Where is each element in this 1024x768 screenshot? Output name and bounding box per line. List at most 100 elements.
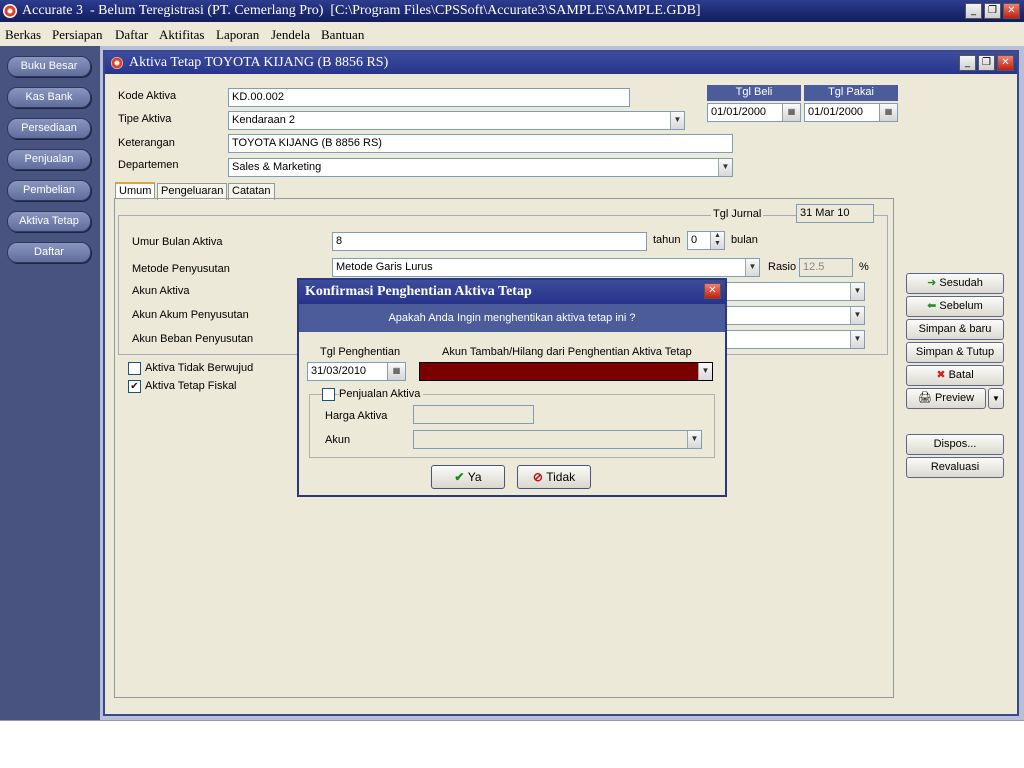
menu-bantuan[interactable]: Bantuan (321, 22, 364, 48)
harga-aktiva-input (413, 405, 534, 424)
dialog-title[interactable]: Konfirmasi Penghentian Aktiva Tetap ✕ (299, 280, 725, 304)
ya-button[interactable]: ✔ Ya (431, 465, 505, 489)
tab-umum[interactable]: Umum (115, 182, 156, 199)
chevron-down-icon: ▼ (992, 394, 1000, 403)
departemen-label: Departemen (118, 159, 179, 171)
tahun-label: tahun (653, 234, 681, 246)
tgl-beli-label: Tgl Beli (707, 85, 801, 101)
sebelum-label: Sebelum (939, 300, 983, 312)
tipe-aktiva-dropdown[interactable]: Kendaraan 2 ▼ (228, 111, 685, 130)
metode-penyusutan-dropdown[interactable]: Metode Garis Lurus ▼ (332, 258, 760, 277)
metode-penyusutan-label: Metode Penyusutan (132, 263, 230, 275)
nav-kas-bank[interactable]: Kas Bank (7, 87, 91, 108)
app-close-button[interactable]: ✕ (1003, 3, 1020, 19)
fixed-asset-title: Aktiva Tetap TOYOTA KIJANG (B 8856 RS) (129, 55, 389, 70)
app-title-bar[interactable]: Accurate 3 - Belum Teregistrasi (PT. Cem… (0, 0, 1024, 22)
chevron-down-icon[interactable]: ▼ (850, 283, 864, 300)
app-restore-button[interactable]: ❐ (984, 3, 1001, 19)
dispos-button[interactable]: Dispos... (906, 434, 1004, 455)
checkmark-icon: ✔ (454, 470, 468, 484)
revaluasi-button[interactable]: Revaluasi (906, 457, 1004, 478)
tidak-button[interactable]: ⊘ Tidak (517, 465, 591, 489)
calendar-icon[interactable]: ▦ (387, 363, 405, 380)
preview-button[interactable]: 🖨 Preview (906, 388, 986, 409)
akun-aktiva-label: Akun Aktiva (132, 285, 190, 297)
dialog-close-button[interactable]: ✕ (704, 283, 721, 299)
menu-persiapan[interactable]: Persiapan (52, 22, 103, 48)
ya-label: Ya (467, 470, 482, 484)
nav-penjualan[interactable]: Penjualan (7, 149, 91, 170)
chevron-down-icon: ▼ (687, 431, 701, 448)
aktiva-tidak-berwujud-label: Aktiva Tidak Berwujud (145, 362, 254, 374)
nav-buku-besar[interactable]: Buku Besar (7, 56, 91, 77)
akun-tambah-hilang-label: Akun Tambah/Hilang dari Penghentian Akti… (442, 346, 692, 358)
calendar-icon[interactable]: ▦ (782, 104, 800, 121)
kode-aktiva-input[interactable]: KD.00.002 (228, 88, 630, 107)
tipe-aktiva-label: Tipe Aktiva (118, 113, 172, 125)
menu-berkas[interactable]: Berkas (5, 22, 41, 48)
tgl-pakai-input[interactable]: 01/01/2000 ▦ (804, 103, 898, 122)
menu-jendela[interactable]: Jendela (271, 22, 310, 48)
window-minimize-button[interactable]: _ (959, 55, 976, 71)
chevron-down-icon[interactable]: ▼ (745, 259, 759, 276)
tgl-penghentian-input[interactable]: 31/03/2010 ▦ (307, 362, 406, 381)
tgl-jurnal-label: Tgl Jurnal (711, 208, 764, 220)
chevron-down-icon[interactable]: ▼ (850, 307, 864, 324)
aktiva-tetap-fiskal-checkbox[interactable]: ✔ (128, 380, 141, 393)
menu-bar: Berkas Persiapan Daftar Aktifitas Lapora… (0, 22, 1024, 46)
fixed-asset-title-bar[interactable]: Aktiva Tetap TOYOTA KIJANG (B 8856 RS) _… (105, 52, 1017, 74)
tipe-aktiva-value: Kendaraan 2 (232, 114, 295, 126)
tgl-penghentian-value: 31/03/2010 (311, 365, 367, 377)
spin-icon[interactable]: ▲ ▼ (710, 232, 724, 249)
chevron-down-icon[interactable]: ▼ (850, 331, 864, 348)
simpan-baru-button[interactable]: Simpan & baru (906, 319, 1004, 340)
menu-daftar[interactable]: Daftar (115, 22, 148, 48)
nav-daftar[interactable]: Daftar (7, 242, 91, 263)
harga-aktiva-label: Harga Aktiva (325, 410, 388, 422)
menu-aktifitas[interactable]: Aktifitas (159, 22, 205, 48)
umur-bulan-input[interactable]: 8 (332, 232, 647, 251)
nav-persediaan[interactable]: Persediaan (7, 118, 91, 139)
nav-aktiva-tetap[interactable]: Aktiva Tetap (7, 211, 91, 232)
printer-icon: 🖨 (917, 392, 935, 404)
tgl-beli-input[interactable]: 01/01/2000 ▦ (707, 103, 801, 122)
sebelum-button[interactable]: ⬅ Sebelum (906, 296, 1004, 317)
status-bar (0, 720, 1024, 768)
percent-label: % (859, 261, 869, 273)
tahun-value: 0 (691, 234, 698, 246)
window-logo-icon (111, 57, 123, 69)
metode-penyusutan-value: Metode Garis Lurus (336, 261, 433, 273)
simpan-tutup-button[interactable]: Simpan & Tutup (906, 342, 1004, 363)
menu-laporan[interactable]: Laporan (216, 22, 259, 48)
chevron-down-icon[interactable]: ▼ (670, 112, 684, 129)
keterangan-input[interactable]: TOYOTA KIJANG (B 8856 RS) (228, 134, 733, 153)
nav-pembelian[interactable]: Pembelian (7, 180, 91, 201)
batal-button[interactable]: ✖ Batal (906, 365, 1004, 386)
rasio-label: Rasio (768, 261, 797, 273)
departemen-dropdown[interactable]: Sales & Marketing ▼ (228, 158, 733, 177)
chevron-down-icon[interactable]: ▼ (718, 159, 732, 176)
app-title: Accurate 3 - Belum Teregistrasi (PT. Cem… (22, 3, 701, 18)
aktiva-tetap-fiskal-label: Aktiva Tetap Fiskal (145, 380, 237, 392)
arrow-left-icon: ⬅ (927, 300, 940, 312)
window-restore-button[interactable]: ❐ (978, 55, 995, 71)
tgl-pakai-value: 01/01/2000 (808, 106, 864, 118)
penjualan-aktiva-checkbox[interactable] (322, 388, 335, 401)
chevron-down-icon[interactable]: ▼ (698, 363, 712, 380)
aktiva-tidak-berwujud-checkbox[interactable] (128, 362, 141, 375)
sesudah-button[interactable]: ➜ Sesudah (906, 273, 1004, 294)
cancel-x-icon: ✖ (936, 369, 949, 381)
tahun-stepper[interactable]: 0 ▲ ▼ (687, 231, 725, 250)
window-close-button[interactable]: ✕ (997, 55, 1014, 71)
tgl-jurnal-value: 31 Mar 10 (796, 204, 874, 223)
akun-tambah-hilang-dropdown[interactable]: ▼ (419, 362, 713, 381)
keterangan-label: Keterangan (118, 137, 175, 149)
app-minimize-button[interactable]: _ (965, 3, 982, 19)
rasio-input: 12.5 (799, 258, 853, 277)
dialog-question: Apakah Anda Ingin menghentikan aktiva te… (299, 304, 725, 332)
preview-dropdown-button[interactable]: ▼ (988, 388, 1004, 409)
preview-label: Preview (934, 392, 975, 404)
calendar-icon[interactable]: ▦ (879, 104, 897, 121)
confirm-dialog: Konfirmasi Penghentian Aktiva Tetap ✕ Ap… (297, 278, 727, 497)
prohibited-icon: ⊘ (532, 470, 547, 484)
